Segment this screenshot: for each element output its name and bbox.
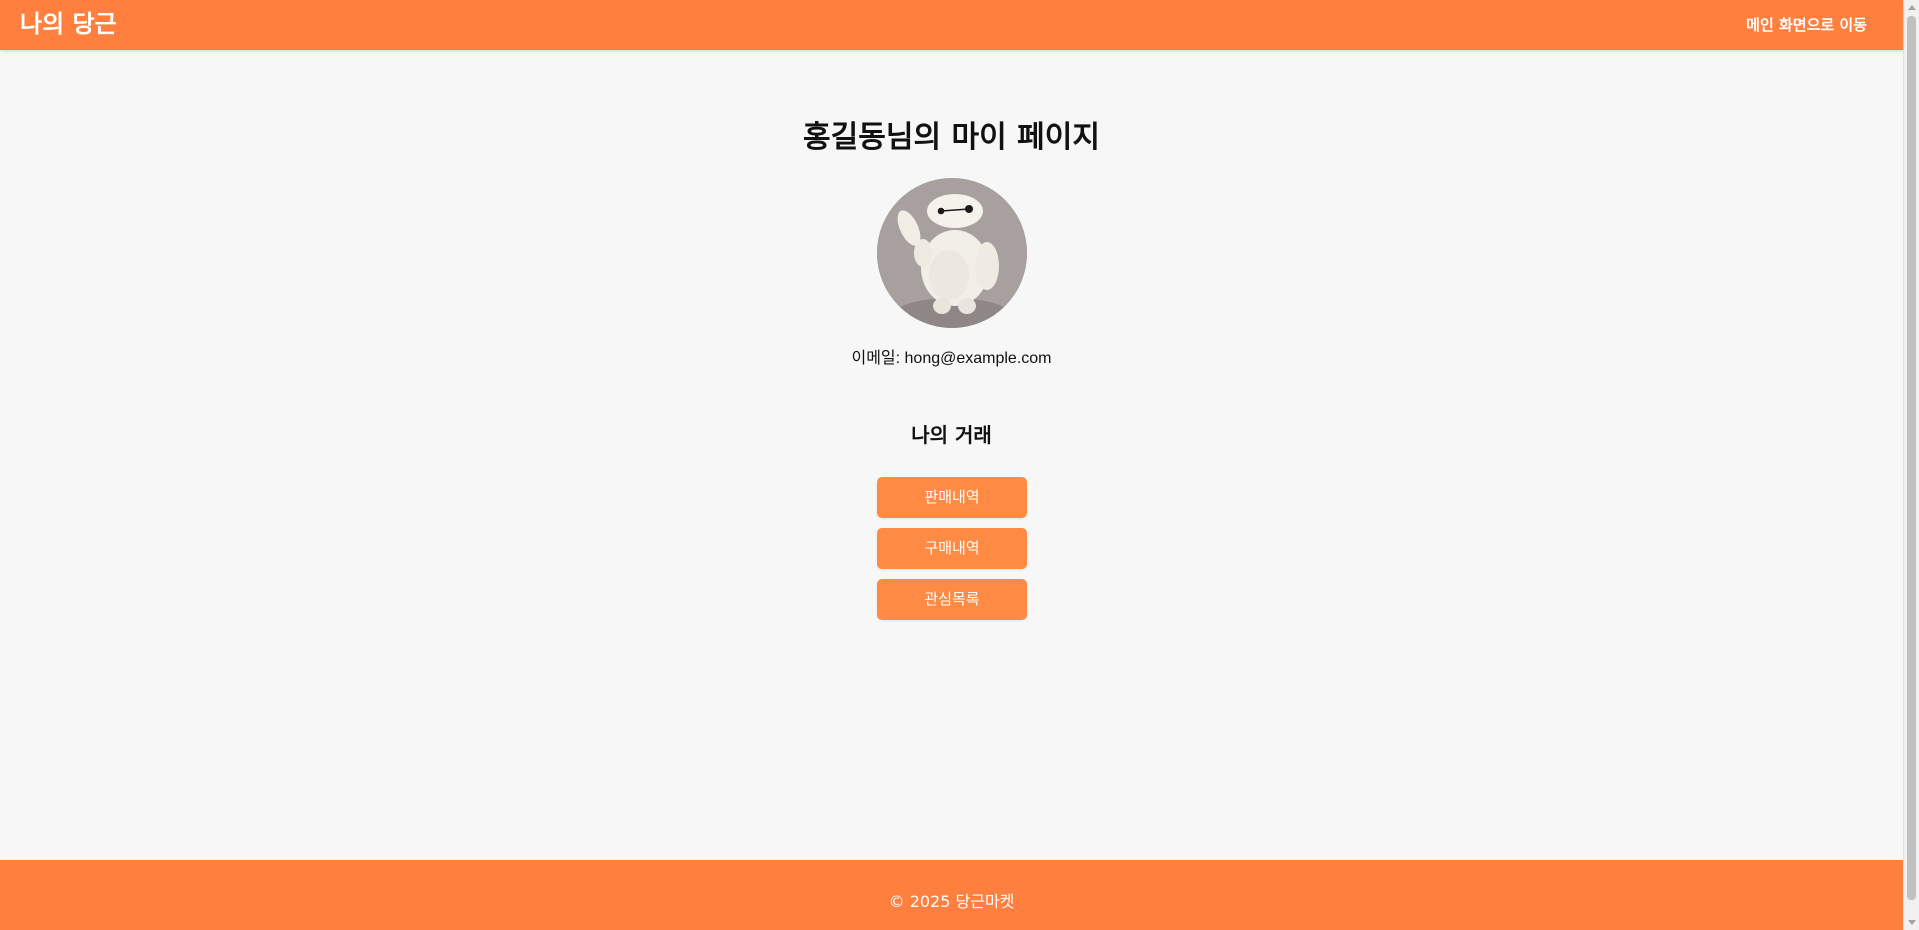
content-area: 나의 당근 메인 화면으로 이동 홍길동님의 마이 페이지 이메일: hong@… [0,0,1903,930]
profile-avatar [877,178,1027,328]
top-header: 나의 당근 메인 화면으로 이동 [0,0,1903,50]
footer-copyright: © 2025 당근마켓 [888,892,1015,911]
vertical-scrollbar[interactable] [1903,0,1919,930]
go-to-main-link[interactable]: 메인 화면으로 이동 [1746,14,1867,36]
sales-history-button[interactable]: 판매내역 [877,477,1027,518]
trades-section-title: 나의 거래 [911,423,992,447]
page: 나의 당근 메인 화면으로 이동 홍길동님의 마이 페이지 이메일: hong@… [0,0,1919,930]
site-logo[interactable]: 나의 당근 [20,8,117,40]
user-email: 이메일: hong@example.com [851,350,1052,367]
scroll-up-icon[interactable] [1908,5,1916,10]
wishlist-button[interactable]: 관심목록 [877,579,1027,620]
avatar-image [877,178,1027,328]
purchase-history-button[interactable]: 구매내역 [877,528,1027,569]
scroll-thumb[interactable] [1907,16,1916,900]
page-title: 홍길동님의 마이 페이지 [803,120,1100,155]
scroll-down-icon[interactable] [1908,920,1916,925]
